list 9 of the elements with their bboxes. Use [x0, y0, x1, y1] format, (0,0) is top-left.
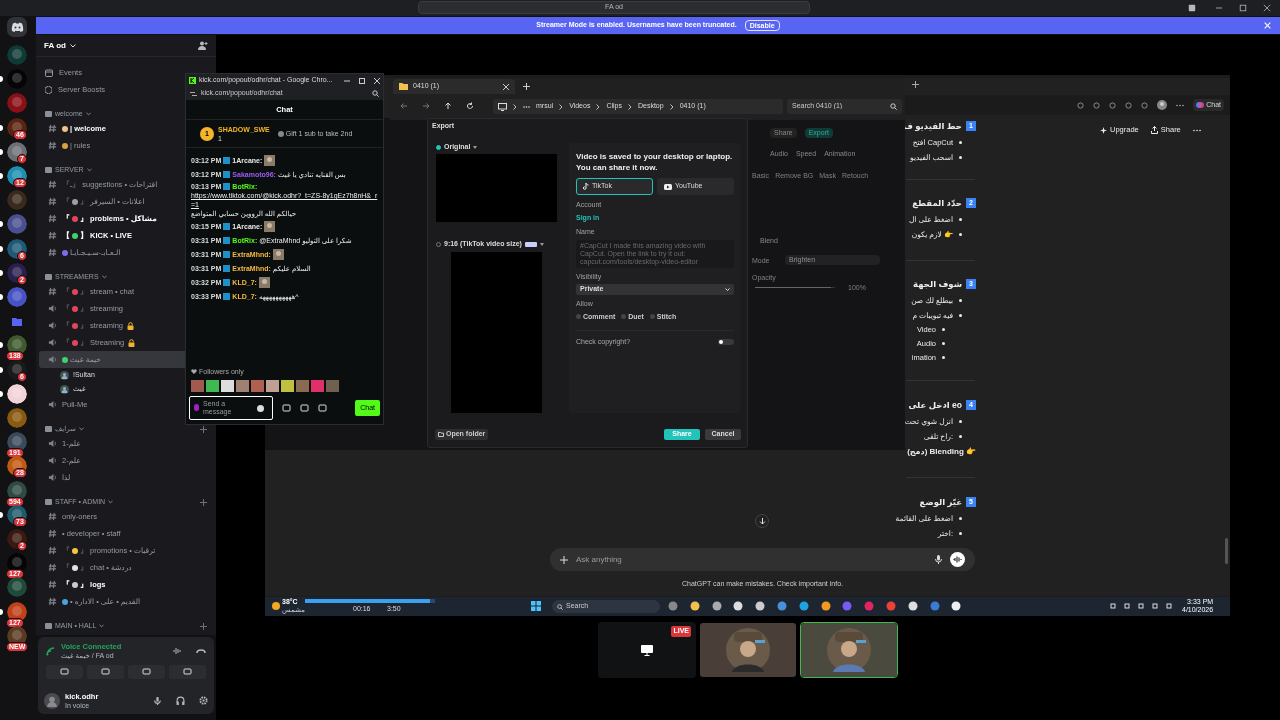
section-heading: حدّد المقطع: [912, 197, 962, 210]
note-text: (دمج) Blending 👉: [907, 445, 976, 458]
section-heading: شوف الجهة: [913, 278, 962, 291]
section-heading: غيّر الوضع: [919, 496, 962, 509]
dialog-message: Video is saved to your desktop or laptop. You can share it now.: [576, 151, 734, 173]
prompt-bar[interactable]: Ask anything: [550, 548, 975, 571]
server-name-button[interactable]: FA od: [44, 39, 76, 52]
prompt-field[interactable]: Ask anything: [576, 553, 927, 566]
section-heading: ادخل على eo: [908, 399, 962, 412]
